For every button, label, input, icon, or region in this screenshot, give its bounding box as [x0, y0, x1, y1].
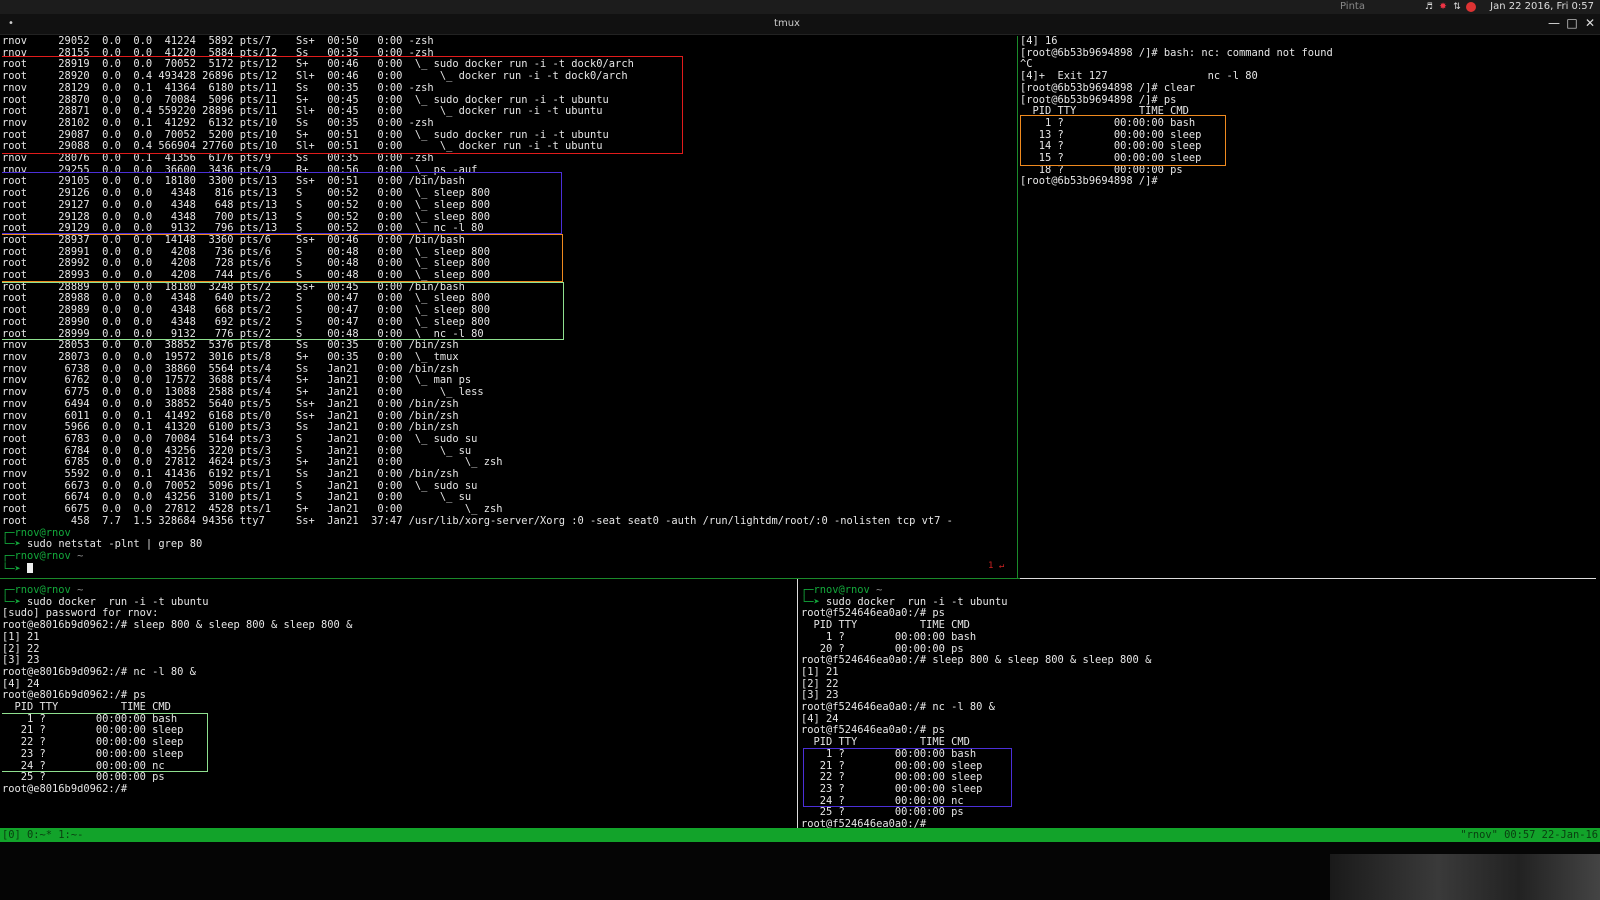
terminal-line: [root@6b53b9694898 /]# clear: [1020, 81, 1196, 94]
terminal-line: root 6783 0.0 0.0 70084 5164 pts/3 S Jan…: [2, 432, 478, 445]
terminal-line: [4] 24: [801, 712, 839, 725]
terminal-line: rnov 5966 0.0 0.1 41320 6100 pts/3 Ss Ja…: [2, 421, 459, 434]
clock[interactable]: Jan 22 2016, Fri 0:57: [1490, 1, 1594, 12]
terminal-line: [2] 22: [2, 642, 40, 655]
minimize-icon[interactable]: —: [1548, 16, 1560, 30]
highlight-box-purple: [2, 172, 562, 234]
bug-icon[interactable]: ✸: [1438, 2, 1448, 12]
terminal-line: rnov 28073 0.0 0.0 19572 3016 pts/8 S+ 0…: [2, 350, 459, 363]
terminal-line: [1] 21: [2, 630, 40, 643]
close-icon[interactable]: ✕: [1584, 16, 1596, 30]
prompt-area: ┌─rnov@rnov └─➤ sudo netstat -plnt | gre…: [2, 526, 203, 575]
terminal-line: ^C: [1020, 58, 1033, 71]
terminal-line: root 6675 0.0 0.0 27812 4528 pts/1 S+ Ja…: [2, 503, 503, 516]
status-windows[interactable]: [0] 0:~* 1:~-: [2, 828, 83, 842]
prompt-area: ┌─rnov@rnov ~ └─➤ sudo docker run -i -t …: [2, 585, 209, 608]
terminal-line: root@e8016b9d0962:/#: [2, 782, 128, 795]
terminal-line: [root@6b53b9694898 /]# ps: [1020, 93, 1177, 106]
terminal-line: [3] 23: [801, 689, 839, 702]
prompt-user: rnov@rnov: [813, 585, 870, 596]
tmux-pane-top-right[interactable]: [4] 16 [root@6b53b9694898 /]# bash: nc: …: [1020, 36, 1598, 576]
terminal-line: PID TTY TIME CMD: [801, 619, 970, 632]
terminal-line: rnov 29052 0.0 0.0 41224 5892 pts/7 Ss+ …: [2, 36, 434, 47]
highlight-box-orange: [2, 234, 563, 282]
terminal-line: 25 ? 00:00:00 ps: [2, 771, 165, 784]
terminal-line: 25 ? 00:00:00 ps: [801, 806, 964, 819]
prompt-area: ┌─rnov@rnov ~ └─➤ sudo docker run -i -t …: [801, 585, 1008, 608]
terminal-line: rnov 6738 0.0 0.0 38860 5564 pts/4 Ss Ja…: [2, 362, 459, 375]
highlight-box-purple: [803, 748, 1012, 807]
highlight-box-red: [2, 56, 683, 154]
terminal-line: root 458 7.7 1.5 328684 94356 tty7 Ss+ J…: [2, 514, 953, 527]
maximize-icon[interactable]: □: [1566, 16, 1578, 30]
highlight-box-green: [2, 282, 564, 340]
terminal-line: [4] 16: [1020, 36, 1058, 47]
pane-divider-vertical-top[interactable]: [1017, 36, 1018, 578]
terminal-line: [2] 22: [801, 677, 839, 690]
terminal-line: [4]+ Exit 127 nc -l 80: [1020, 70, 1258, 83]
tmux-pane-bottom-left[interactable]: ┌─rnov@rnov ~ └─➤ sudo docker run -i -t …: [2, 585, 796, 828]
terminal-line: [sudo] password for rnov:: [2, 607, 159, 620]
status-info: "rnov" 00:57 22-Jan-16: [1460, 829, 1598, 841]
command-text: sudo docker run -i -t ubuntu: [27, 595, 209, 608]
network-icon[interactable]: ⇅: [1452, 2, 1462, 12]
terminal-line: rnov 6494 0.0 0.0 38852 5640 pts/5 Ss+ J…: [2, 397, 459, 410]
terminal-line: [3] 23: [2, 654, 40, 667]
terminal-cursor: [27, 562, 34, 573]
highlight-box-green: [2, 713, 208, 772]
terminal-line: [1] 21: [801, 665, 839, 678]
exit-status-mark: 1 ↵: [988, 561, 1005, 571]
terminal-line: root 6784 0.0 0.0 43256 3220 pts/3 S Jan…: [2, 444, 472, 457]
terminal-line: rnov 6775 0.0 0.0 13088 2588 pts/4 S+ Ja…: [2, 386, 484, 399]
system-tray: ♬ ✸ ⇅: [1424, 2, 1476, 12]
command-text: sudo netstat -plnt | grep 80: [27, 538, 203, 551]
terminal-line: root@e8016b9d0962:/# sleep 800 & sleep 8…: [2, 619, 353, 632]
terminal-line: root@f524646ea0a0:/# nc -l 80 &: [801, 701, 995, 714]
prompt-user: rnov@rnov: [14, 585, 71, 596]
tmux-pane-bottom-right[interactable]: ┌─rnov@rnov ~ └─➤ sudo docker run -i -t …: [801, 585, 1598, 828]
terminal-line: root@f524646ea0a0:/# ps: [801, 607, 945, 620]
command-text: sudo docker run -i -t ubuntu: [826, 595, 1008, 608]
terminal-line: rnov 28053 0.0 0.0 38852 5376 pts/8 Ss 0…: [2, 339, 459, 352]
terminal-line: root@e8016b9d0962:/# nc -l 80 &: [2, 665, 196, 678]
terminal-line: root 6674 0.0 0.0 43256 3100 pts/1 S Jan…: [2, 491, 472, 504]
highlight-box-orange: [1020, 115, 1226, 166]
record-icon[interactable]: [1466, 2, 1476, 12]
tmux-status-bar: [0] 0:~* 1:~- "rnov" 00:57 22-Jan-16: [0, 828, 1600, 842]
terminal-line: 20 ? 00:00:00 ps: [801, 642, 964, 655]
prompt-user: rnov@rnov: [14, 549, 71, 562]
terminal-line: root@e8016b9d0962:/# ps: [2, 689, 146, 702]
pane-divider-vertical-bottom[interactable]: [797, 579, 798, 828]
active-app-name: Pinta: [1340, 1, 1365, 12]
terminal-line: [root@6b53b9694898 /]#: [1020, 175, 1158, 188]
terminal-line: [root@6b53b9694898 /]# bash: nc: command…: [1020, 46, 1333, 59]
volume-icon[interactable]: ♬: [1424, 2, 1434, 12]
terminal-line: root@f524646ea0a0:/# ps: [801, 724, 945, 737]
pane-divider-horizontal[interactable]: [0, 578, 1020, 579]
terminal-line: root@f524646ea0a0:/# sleep 800 & sleep 8…: [801, 654, 1152, 667]
terminal-line: rnov 5592 0.0 0.1 41436 6192 pts/1 Ss Ja…: [2, 468, 459, 481]
terminal-line: root 6673 0.0 0.0 70052 5096 pts/1 S Jan…: [2, 479, 478, 492]
wallpaper-image: [1330, 854, 1600, 900]
terminal-line: [4] 24: [2, 677, 40, 690]
tmux-pane-main[interactable]: rnov 29052 0.0 0.0 41224 5892 pts/7 Ss+ …: [2, 36, 1016, 576]
window-title-bar: • tmux — □ ✕: [0, 14, 1600, 35]
pane-divider-horizontal-right[interactable]: [1020, 578, 1596, 579]
terminal-line: root 6785 0.0 0.0 27812 4624 pts/3 S+ Ja…: [2, 456, 503, 469]
system-top-bar: Pinta ♬ ✸ ⇅ Jan 22 2016, Fri 0:57: [0, 0, 1600, 14]
terminal-line: PID TTY TIME CMD: [2, 701, 171, 714]
terminal-line: PID TTY TIME CMD: [801, 736, 970, 749]
window-title: tmux: [774, 18, 800, 29]
terminal-line: rnov 6011 0.0 0.1 41492 6168 pts/0 Ss+ J…: [2, 409, 459, 422]
prompt-user: rnov@rnov: [14, 526, 71, 539]
terminal-line: rnov 6762 0.0 0.0 17572 3688 pts/4 S+ Ja…: [2, 374, 472, 387]
terminal-line: root@f524646ea0a0:/#: [801, 818, 927, 828]
terminal-line: 1 ? 00:00:00 bash: [801, 630, 977, 643]
